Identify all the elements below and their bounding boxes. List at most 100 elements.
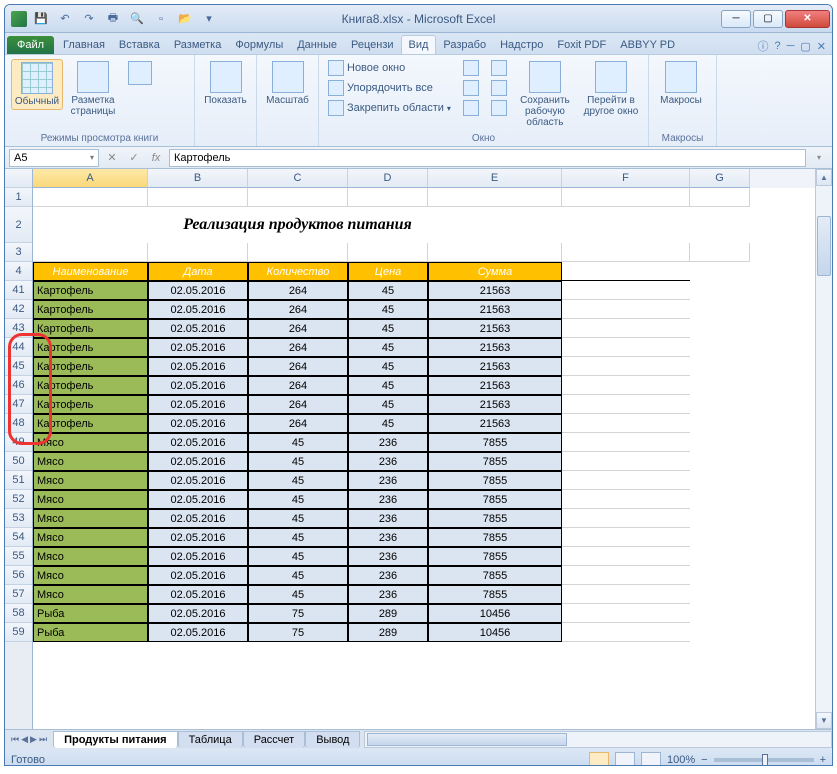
- cell[interactable]: 02.05.2016: [148, 281, 248, 300]
- cell[interactable]: 02.05.2016: [148, 604, 248, 623]
- cell[interactable]: 7855: [428, 566, 562, 585]
- cell[interactable]: 02.05.2016: [148, 376, 248, 395]
- cell[interactable]: [562, 281, 690, 300]
- pagelayout-view-icon[interactable]: [615, 752, 635, 766]
- cell[interactable]: [562, 585, 690, 604]
- pagebreak-view-icon[interactable]: [641, 752, 661, 766]
- cell[interactable]: [562, 338, 690, 357]
- cell[interactable]: [562, 243, 690, 262]
- cell[interactable]: [690, 357, 750, 376]
- cell[interactable]: [428, 243, 562, 262]
- freeze-panes-button[interactable]: Закрепить области▾: [325, 99, 454, 117]
- cell[interactable]: 45: [248, 509, 348, 528]
- show-button[interactable]: Показать: [201, 59, 250, 108]
- cell[interactable]: [562, 395, 690, 414]
- cell[interactable]: 7855: [428, 585, 562, 604]
- cell[interactable]: [690, 471, 750, 490]
- view-normal-button[interactable]: Обычный: [11, 59, 63, 110]
- qat-preview[interactable]: 🔍: [127, 9, 147, 29]
- switch-windows-button[interactable]: Перейти в другое окно: [580, 59, 642, 119]
- cell[interactable]: 7855: [428, 433, 562, 452]
- col-header-C[interactable]: C: [248, 169, 348, 188]
- cell[interactable]: [562, 471, 690, 490]
- cell[interactable]: 7855: [428, 471, 562, 490]
- view-pagebreak-button[interactable]: [123, 59, 157, 87]
- qat-open[interactable]: 📂: [175, 9, 195, 29]
- cell[interactable]: [690, 188, 750, 207]
- cell[interactable]: [562, 414, 690, 433]
- col-header-A[interactable]: A: [33, 169, 148, 188]
- row-header[interactable]: 54: [5, 528, 32, 547]
- cell[interactable]: 02.05.2016: [148, 452, 248, 471]
- cell[interactable]: [33, 243, 148, 262]
- cell[interactable]: [690, 433, 750, 452]
- row-header[interactable]: 49: [5, 433, 32, 452]
- scroll-thumb[interactable]: [817, 216, 831, 276]
- cell[interactable]: 02.05.2016: [148, 566, 248, 585]
- cell[interactable]: 236: [348, 585, 428, 604]
- cell[interactable]: 7855: [428, 547, 562, 566]
- cell[interactable]: [562, 566, 690, 585]
- zoom-in-icon[interactable]: +: [820, 754, 826, 766]
- col-header-F[interactable]: F: [562, 169, 690, 188]
- row-header[interactable]: 3: [5, 243, 32, 262]
- doc-min-icon[interactable]: ─: [787, 40, 795, 52]
- cell[interactable]: [690, 604, 750, 623]
- col-header-E[interactable]: E: [428, 169, 562, 188]
- cell[interactable]: [690, 566, 750, 585]
- sheet-nav-last[interactable]: ⏭: [39, 734, 47, 745]
- cell[interactable]: 21563: [428, 414, 562, 433]
- row-header[interactable]: 1: [5, 188, 32, 207]
- cell[interactable]: Мясо: [33, 490, 148, 509]
- normal-view-icon[interactable]: [589, 752, 609, 766]
- cell[interactable]: 45: [248, 452, 348, 471]
- sheet-nav-first[interactable]: ⏮: [11, 734, 19, 745]
- tab-data[interactable]: Данные: [290, 36, 344, 54]
- col-header-D[interactable]: D: [348, 169, 428, 188]
- cell[interactable]: 45: [348, 357, 428, 376]
- cell[interactable]: 10456: [428, 604, 562, 623]
- cell[interactable]: Мясо: [33, 509, 148, 528]
- cell[interactable]: [690, 452, 750, 471]
- row-header[interactable]: 53: [5, 509, 32, 528]
- tab-addins[interactable]: Надстро: [493, 36, 550, 54]
- cell[interactable]: 02.05.2016: [148, 338, 248, 357]
- cell[interactable]: 7855: [428, 528, 562, 547]
- cell[interactable]: [562, 207, 690, 243]
- cell[interactable]: 45: [248, 433, 348, 452]
- new-window-button[interactable]: Новое окно: [325, 59, 454, 77]
- tab-home[interactable]: Главная: [56, 36, 112, 54]
- tab-layout[interactable]: Разметка: [167, 36, 229, 54]
- cell[interactable]: [562, 188, 690, 207]
- cell[interactable]: [690, 262, 750, 281]
- row-header[interactable]: 50: [5, 452, 32, 471]
- cell[interactable]: 21563: [428, 300, 562, 319]
- cell[interactable]: [562, 604, 690, 623]
- row-header[interactable]: 52: [5, 490, 32, 509]
- cell[interactable]: 7855: [428, 490, 562, 509]
- cell[interactable]: Картофель: [33, 357, 148, 376]
- cell[interactable]: [562, 509, 690, 528]
- cell[interactable]: [248, 188, 348, 207]
- row-header[interactable]: 55: [5, 547, 32, 566]
- enter-formula-icon[interactable]: ✓: [125, 149, 143, 167]
- cell[interactable]: Картофель: [33, 376, 148, 395]
- row-header[interactable]: 4: [5, 262, 32, 281]
- cell[interactable]: Картофель: [33, 414, 148, 433]
- cell[interactable]: [690, 490, 750, 509]
- cell[interactable]: Мясо: [33, 547, 148, 566]
- cell[interactable]: 02.05.2016: [148, 319, 248, 338]
- cell[interactable]: [562, 300, 690, 319]
- ribbon-minimize-icon[interactable]: ⓘ: [757, 38, 768, 54]
- cell[interactable]: [690, 414, 750, 433]
- cell[interactable]: Мясо: [33, 452, 148, 471]
- horizontal-scrollbar[interactable]: [364, 731, 832, 748]
- cell[interactable]: Мясо: [33, 528, 148, 547]
- cell[interactable]: [562, 319, 690, 338]
- cell[interactable]: 45: [348, 376, 428, 395]
- sheet-tab-0[interactable]: Продукты питания: [53, 731, 178, 748]
- qat-new[interactable]: ▫: [151, 9, 171, 29]
- arrange-all-button[interactable]: Упорядочить все: [325, 79, 454, 97]
- cell[interactable]: 02.05.2016: [148, 509, 248, 528]
- cell[interactable]: [348, 188, 428, 207]
